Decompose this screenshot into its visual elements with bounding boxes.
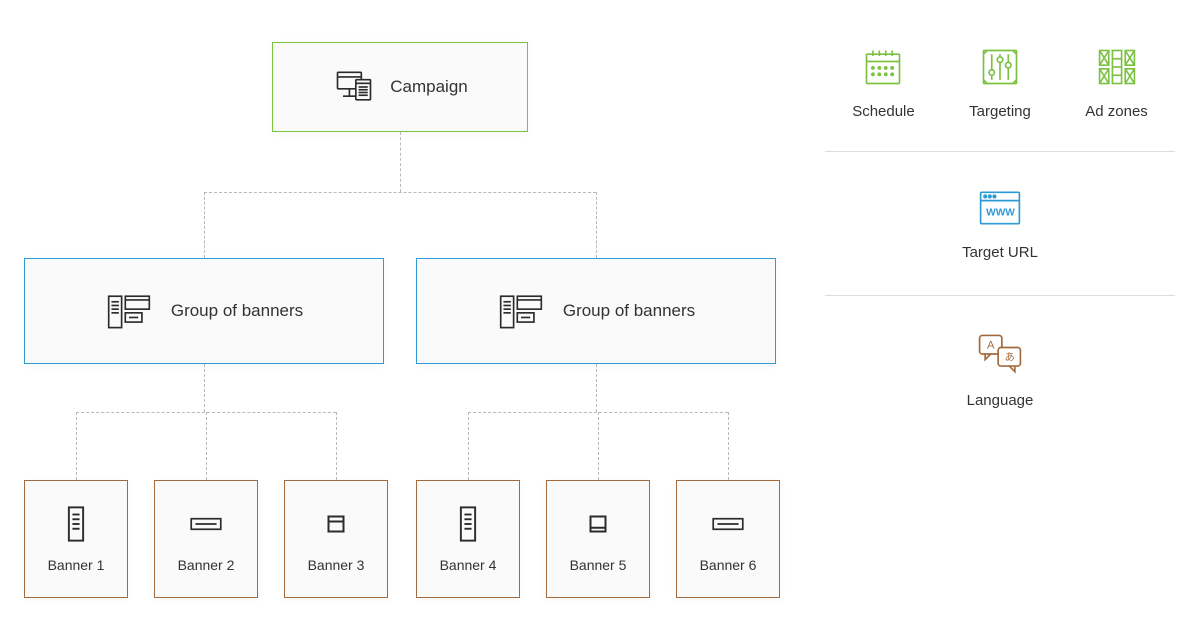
adzones-icon [1095, 45, 1139, 89]
target-url-label: Target URL [962, 244, 1038, 261]
banner-6-label: Banner 6 [700, 557, 757, 573]
svg-text:WWW: WWW [986, 207, 1015, 218]
banner-4-label: Banner 4 [440, 557, 497, 573]
group-b-label: Group of banners [563, 301, 695, 321]
banner-node-1: Banner 1 [24, 480, 128, 598]
calendar-icon [861, 45, 905, 89]
campaign-label: Campaign [390, 77, 468, 97]
banner-square-bottom-icon [583, 505, 613, 543]
banner-vertical-icon [62, 505, 90, 543]
adzones-label: Ad zones [1085, 103, 1148, 120]
targeting-label: Targeting [969, 103, 1031, 120]
divider [825, 151, 1175, 152]
adzones-item: Ad zones [1085, 45, 1148, 120]
computer-icon [332, 65, 376, 109]
banner-square-icon [321, 505, 351, 543]
banner-horizontal-icon [187, 505, 225, 543]
group-a-label: Group of banners [171, 301, 303, 321]
banner-node-2: Banner 2 [154, 480, 258, 598]
banner-group-icon [497, 288, 545, 334]
browser-icon: WWW [976, 186, 1024, 230]
banner-5-label: Banner 5 [570, 557, 627, 573]
targeting-icon [978, 45, 1022, 89]
banner-group-icon [105, 288, 153, 334]
banner-node-3: Banner 3 [284, 480, 388, 598]
campaign-attributes-row: Schedule Targeting [825, 35, 1175, 145]
svg-text:あ: あ [1005, 352, 1015, 364]
banner-vertical-icon [454, 505, 482, 543]
targeting-item: Targeting [969, 45, 1031, 120]
banner-node-6: Banner 6 [676, 480, 780, 598]
banner-1-label: Banner 1 [48, 557, 105, 573]
campaign-node: Campaign [272, 42, 528, 132]
divider [825, 295, 1175, 296]
svg-text:A: A [987, 339, 995, 351]
language-label: Language [967, 392, 1034, 409]
banner-2-label: Banner 2 [178, 557, 235, 573]
banner-horizontal-icon [709, 505, 747, 543]
group-node-a: Group of banners [24, 258, 384, 364]
schedule-label: Schedule [852, 103, 915, 120]
group-node-b: Group of banners [416, 258, 776, 364]
banner-node-4: Banner 4 [416, 480, 520, 598]
banner-node-5: Banner 5 [546, 480, 650, 598]
banner-3-label: Banner 3 [308, 557, 365, 573]
target-url-item: WWW Target URL [825, 158, 1175, 289]
attributes-sidebar: Schedule Targeting [825, 35, 1175, 437]
hierarchy-diagram: Campaign Group of banners [0, 0, 800, 628]
language-icon: A あ [974, 330, 1026, 378]
language-item: A あ Language [825, 302, 1175, 437]
schedule-item: Schedule [852, 45, 915, 120]
